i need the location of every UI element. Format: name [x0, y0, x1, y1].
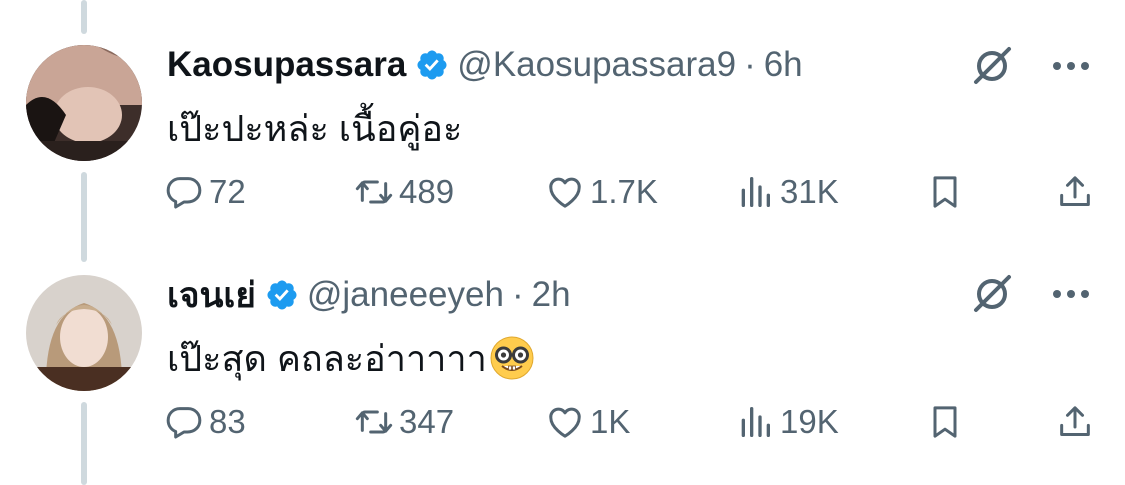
tweet-header: เจนเย่ @janeeeyeh · 2h: [167, 270, 571, 320]
display-name[interactable]: เจนเย่: [167, 268, 256, 323]
like-icon: [549, 407, 581, 438]
view-count: 31K: [780, 173, 839, 210]
avatar[interactable]: [26, 275, 142, 391]
handle[interactable]: @Kaosupassara9: [457, 45, 736, 85]
views-icon: [741, 407, 770, 437]
thread-line-bottom: [81, 402, 87, 485]
repost-count: 489: [399, 173, 455, 210]
tweet-text: เป๊ะปะหล่ะ เนื้อคู่อะ: [167, 108, 463, 149]
share-button[interactable]: [1055, 402, 1095, 447]
views-icon: [741, 177, 770, 207]
view-count: 19K: [780, 403, 839, 440]
share-button[interactable]: [1055, 172, 1095, 217]
repost-icon: [355, 180, 393, 204]
reply-count: 83: [209, 403, 246, 440]
like-button[interactable]: 1K: [545, 402, 630, 442]
repost-icon: [355, 410, 393, 434]
repost-button[interactable]: 489: [354, 172, 454, 212]
tweet-header: Kaosupassara @Kaosupassara9 · 6h: [167, 40, 803, 90]
like-icon: [549, 177, 581, 208]
repost-count: 347: [399, 403, 455, 440]
more-icon[interactable]: [1049, 56, 1093, 76]
reply-count: 72: [209, 173, 246, 210]
views-button[interactable]: 19K: [735, 402, 839, 442]
like-button[interactable]: 1.7K: [545, 172, 658, 212]
verified-badge-icon: [267, 280, 297, 310]
bookmark-button[interactable]: [925, 402, 965, 447]
reply-icon: [166, 177, 202, 209]
reply-icon: [166, 407, 202, 439]
timestamp[interactable]: 2h: [532, 275, 571, 315]
more-icon[interactable]: [1049, 284, 1093, 304]
share-icon: [1060, 406, 1090, 436]
separator-dot: ·: [744, 45, 756, 84]
like-count: 1.7K: [590, 173, 658, 210]
avatar-photo: [26, 45, 142, 161]
repost-button[interactable]: 347: [354, 402, 454, 442]
avatar[interactable]: [26, 45, 142, 161]
bookmark-icon: [933, 176, 957, 208]
tweet-text-content: เป๊ะสุด คถละอ่าาาาา: [167, 338, 487, 379]
avatar-photo: [26, 275, 142, 391]
share-icon: [1060, 176, 1090, 206]
views-button[interactable]: 31K: [735, 172, 839, 212]
timestamp[interactable]: 6h: [764, 45, 803, 85]
thread-line-middle: [81, 172, 87, 262]
bookmark-icon: [933, 406, 957, 438]
display-name[interactable]: Kaosupassara: [167, 45, 406, 85]
thread-line-top: [81, 0, 87, 34]
separator-dot: ·: [511, 275, 524, 314]
verified-badge-icon: [417, 50, 447, 80]
reply-button[interactable]: 83: [164, 402, 246, 442]
nerd-face-emoji: [490, 336, 534, 380]
grok-icon[interactable]: [970, 44, 1014, 88]
bookmark-button[interactable]: [925, 172, 965, 217]
reply-button[interactable]: 72: [164, 172, 246, 212]
handle[interactable]: @janeeeyeh: [307, 275, 504, 315]
like-count: 1K: [590, 403, 631, 440]
grok-icon[interactable]: [970, 272, 1014, 316]
tweet-text: เป๊ะสุด คถละอ่าาาาา: [167, 330, 535, 387]
